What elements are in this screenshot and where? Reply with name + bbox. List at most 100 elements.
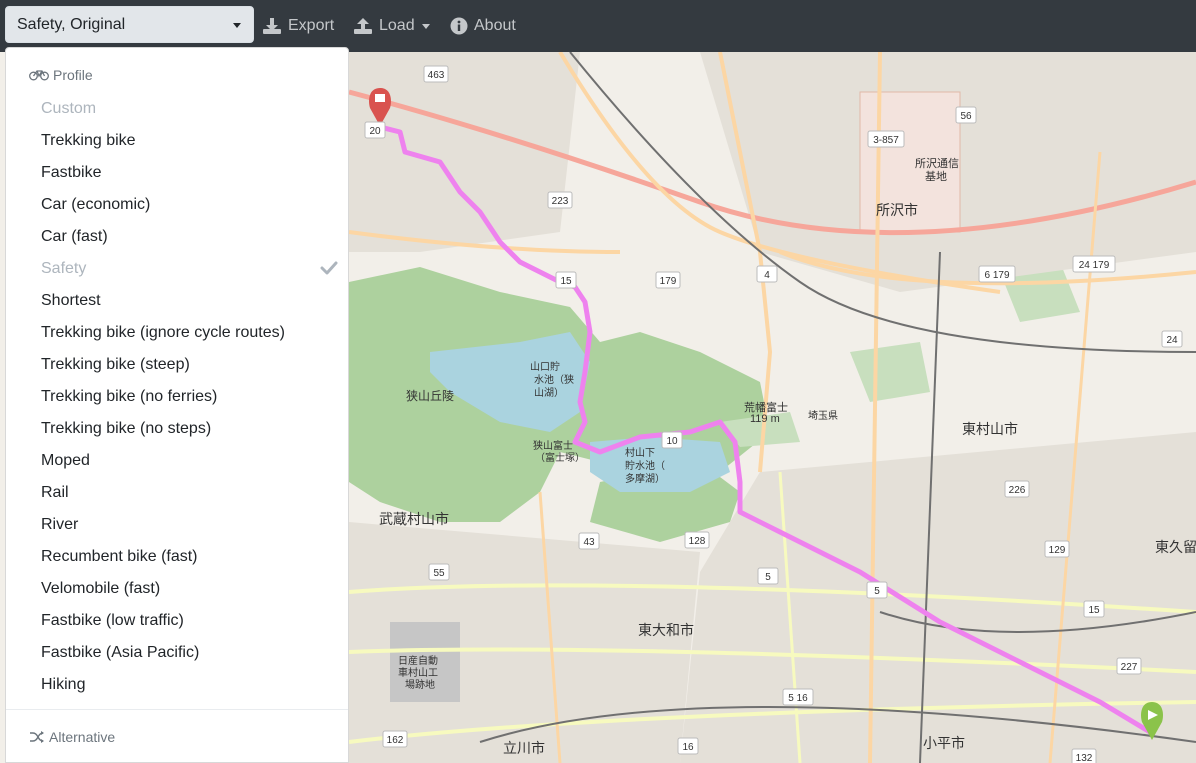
profile-option-label: Moped bbox=[41, 452, 90, 469]
svg-text:162: 162 bbox=[387, 735, 404, 746]
profile-option-recumbent-bike-fast[interactable]: Recumbent bike (fast) bbox=[6, 541, 348, 573]
profile-option-fastbike-asia-pacific[interactable]: Fastbike (Asia Pacific) bbox=[6, 637, 348, 669]
profile-option-label: Fastbike (Asia Pacific) bbox=[41, 644, 200, 661]
profile-option-car-fast[interactable]: Car (fast) bbox=[6, 221, 348, 253]
profile-option-trekking-bike-no-ferries[interactable]: Trekking bike (no ferries) bbox=[6, 381, 348, 413]
svg-text:山湖）: 山湖） bbox=[534, 387, 564, 399]
bicycle-icon bbox=[29, 70, 49, 81]
profile-option-label: Custom bbox=[41, 100, 97, 117]
road-badge: 5 16 bbox=[782, 688, 814, 706]
profile-option-trekking-bike[interactable]: Trekking bike bbox=[6, 125, 348, 157]
profile-option-trekking-bike-no-steps[interactable]: Trekking bike (no steps) bbox=[6, 413, 348, 445]
profile-option-label: Safety bbox=[41, 260, 87, 277]
svg-text:56: 56 bbox=[960, 111, 972, 122]
svg-text:武蔵村山市: 武蔵村山市 bbox=[379, 511, 449, 527]
profile-option-trekking-bike-steep[interactable]: Trekking bike (steep) bbox=[6, 349, 348, 381]
export-button[interactable]: Export bbox=[262, 0, 334, 52]
profile-option-fastbike[interactable]: Fastbike bbox=[6, 157, 348, 189]
load-button[interactable]: Load bbox=[353, 0, 430, 52]
about-button[interactable]: About bbox=[450, 0, 516, 52]
profile-option-trekking-bike-ignore-cycle-routes[interactable]: Trekking bike (ignore cycle routes) bbox=[6, 317, 348, 349]
profile-select[interactable]: Safety, Original bbox=[5, 6, 254, 43]
svg-text:村山下: 村山下 bbox=[625, 446, 655, 459]
svg-text:24 179: 24 179 bbox=[1079, 260, 1110, 271]
profile-option-hiking[interactable]: Hiking bbox=[6, 669, 348, 701]
profile-option-car-economic[interactable]: Car (economic) bbox=[6, 189, 348, 221]
svg-text:16: 16 bbox=[682, 742, 694, 753]
profile-select-label: Safety, Original bbox=[17, 15, 126, 33]
profile-option-label: Shortest bbox=[41, 292, 101, 309]
profile-option-label: River bbox=[41, 516, 79, 533]
svg-text:狭山富士: 狭山富士 bbox=[533, 439, 573, 452]
road-badge: 226 bbox=[1004, 480, 1030, 498]
road-badge: 15 bbox=[555, 271, 577, 289]
svg-text:6 179: 6 179 bbox=[984, 270, 1009, 281]
svg-text:10: 10 bbox=[666, 436, 678, 447]
svg-text:基地: 基地 bbox=[925, 170, 947, 183]
upload-icon bbox=[354, 18, 372, 34]
svg-text:119 m: 119 m bbox=[750, 413, 780, 425]
svg-text:場跡地: 場跡地 bbox=[405, 678, 435, 691]
export-label: Export bbox=[288, 17, 335, 34]
profile-option-moped[interactable]: Moped bbox=[6, 445, 348, 477]
svg-text:日産自動: 日産自動 bbox=[398, 654, 438, 667]
svg-text:179: 179 bbox=[660, 276, 677, 287]
svg-text:5: 5 bbox=[874, 586, 880, 597]
road-badge: 43 bbox=[578, 532, 600, 550]
svg-text:463: 463 bbox=[428, 70, 445, 81]
profile-option-shortest[interactable]: Shortest bbox=[6, 285, 348, 317]
svg-text:立川市: 立川市 bbox=[503, 740, 545, 756]
svg-text:129: 129 bbox=[1049, 545, 1066, 556]
profile-option-label: Trekking bike (steep) bbox=[41, 356, 190, 373]
profile-option-label: Hiking bbox=[41, 676, 86, 693]
info-circle-icon bbox=[450, 17, 468, 35]
road-badge: 223 bbox=[547, 191, 573, 209]
profile-option-label: Trekking bike (no ferries) bbox=[41, 388, 218, 405]
road-badge: 3-857 bbox=[867, 130, 905, 148]
svg-text:小平市: 小平市 bbox=[923, 735, 965, 751]
svg-text:埼玉県: 埼玉県 bbox=[808, 409, 838, 422]
road-badge: 55 bbox=[428, 563, 450, 581]
road-badge: 128 bbox=[684, 531, 710, 549]
profile-option-fastbike-low-traffic[interactable]: Fastbike (low traffic) bbox=[6, 605, 348, 637]
profile-option-label: Fastbike (low traffic) bbox=[41, 612, 184, 629]
road-badge: 6 179 bbox=[978, 265, 1016, 283]
road-badge: 56 bbox=[955, 106, 977, 124]
svg-text:226: 226 bbox=[1009, 485, 1026, 496]
svg-text:（富士塚）: （富士塚） bbox=[535, 451, 585, 464]
svg-text:水池（狭: 水池（狭 bbox=[534, 373, 574, 386]
road-badge: 10 bbox=[661, 431, 683, 449]
svg-text:20: 20 bbox=[369, 126, 381, 137]
download-icon bbox=[263, 18, 281, 34]
profile-header: Profile bbox=[29, 65, 93, 85]
svg-text:貯水池（: 貯水池（ bbox=[625, 459, 665, 472]
load-label: Load bbox=[379, 17, 415, 34]
profile-option-label: Trekking bike bbox=[41, 132, 136, 149]
profile-option-velomobile-fast[interactable]: Velomobile (fast) bbox=[6, 573, 348, 605]
profile-dropdown-menu: Profile Custom Trekking bike Fastbike Car (… bbox=[5, 47, 349, 763]
svg-text:55: 55 bbox=[433, 568, 445, 579]
svg-text:24: 24 bbox=[1166, 335, 1178, 346]
road-badge: 24 179 bbox=[1072, 255, 1116, 273]
caret-down-icon bbox=[421, 23, 430, 29]
road-badge: 463 bbox=[423, 65, 449, 83]
profile-option-label: Trekking bike (no steps) bbox=[41, 420, 212, 437]
profile-option-river[interactable]: River bbox=[6, 509, 348, 541]
caret-down-icon bbox=[233, 23, 241, 28]
profile-option-rail[interactable]: Rail bbox=[6, 477, 348, 509]
svg-text:所沢市: 所沢市 bbox=[876, 202, 918, 218]
road-badge: 227 bbox=[1116, 657, 1142, 675]
road-badge: 16 bbox=[677, 737, 699, 755]
svg-text:東久留: 東久留 bbox=[1155, 539, 1196, 555]
svg-text:東村山市: 東村山市 bbox=[962, 421, 1018, 437]
profile-option-label: Car (fast) bbox=[41, 228, 108, 245]
svg-text:5 16: 5 16 bbox=[788, 693, 808, 704]
road-badge: 132 bbox=[1071, 748, 1097, 763]
svg-text:15: 15 bbox=[560, 276, 572, 287]
svg-text:車村山工: 車村山工 bbox=[398, 666, 438, 679]
profile-option-custom: Custom bbox=[6, 93, 348, 125]
road-badge: 20 bbox=[364, 121, 386, 139]
svg-text:128: 128 bbox=[689, 536, 706, 547]
checkmark-icon bbox=[320, 261, 338, 275]
road-badge: 5 bbox=[866, 581, 888, 599]
